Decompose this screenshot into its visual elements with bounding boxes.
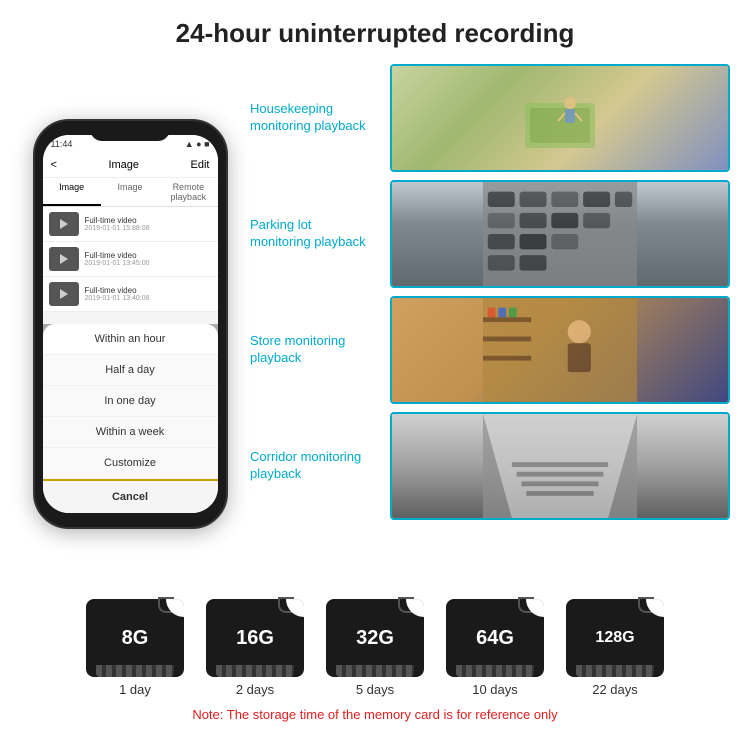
dropdown-within-hour[interactable]: Within an hour	[43, 324, 218, 355]
sd-card-item-32g: 32G 5 days	[326, 599, 424, 697]
item-label-3: Full-time video	[85, 286, 150, 295]
item-time-1: 2019-01-01 15:88:08	[85, 225, 150, 232]
video-thumb-2	[49, 247, 79, 271]
dropdown-customize[interactable]: Customize	[43, 448, 218, 479]
sd-connector	[576, 665, 654, 677]
item-time-2: 2019-01-01 13:45:00	[85, 260, 150, 267]
monitoring-image-housekeeping	[390, 64, 730, 172]
monitoring-corridor: Corridor monitoringplayback	[250, 412, 730, 520]
sd-size-64g: 64G	[476, 627, 514, 650]
sd-card-item-16g: 16G 2 days	[206, 599, 304, 697]
phone-list: Full-time video2019-01-01 15:88:08 Full-…	[43, 207, 218, 312]
monitoring-image-corridor	[390, 412, 730, 520]
phone-time: 11:44	[51, 139, 73, 149]
sd-notch	[286, 599, 304, 617]
monitoring-image-store	[390, 296, 730, 404]
monitoring-label-corridor: Corridor monitoringplayback	[250, 449, 380, 483]
phone-notch	[90, 121, 170, 141]
dropdown-week[interactable]: Within a week	[43, 417, 218, 448]
sd-size-128g: 128G	[595, 629, 634, 647]
phone-edit[interactable]: Edit	[191, 159, 210, 171]
video-thumb-1	[49, 212, 79, 236]
phone-section: 11:44 ▲ ● ■ < Image Edit Image Image Rem…	[20, 59, 240, 589]
sd-card-item-64g: 64G 10 days	[446, 599, 544, 697]
sd-days-16g: 2 days	[236, 682, 274, 697]
sd-notch	[526, 599, 544, 617]
list-item: Full-time video2019-01-01 15:88:08	[43, 207, 218, 242]
sd-days-8g: 1 day	[119, 682, 151, 697]
phone-screen: 11:44 ▲ ● ■ < Image Edit Image Image Rem…	[43, 135, 218, 513]
sd-connector	[216, 665, 294, 677]
tab-remote-playback[interactable]: Remote playback	[159, 178, 217, 206]
sd-size-32g: 32G	[356, 627, 394, 650]
phone-nav-bar: < Image Edit	[43, 153, 218, 178]
monitoring-image-parking	[390, 180, 730, 288]
phone-dropdown: Within an hour Half a day In one day Wit…	[43, 324, 218, 513]
monitoring-store: Store monitoringplayback	[250, 296, 730, 404]
sd-size-16g: 16G	[236, 627, 274, 650]
list-item: Full-time video2019-01-01 13:45:00	[43, 242, 218, 277]
phone-back[interactable]: <	[51, 159, 57, 171]
sd-card-32g: 32G	[326, 599, 424, 677]
sd-days-64g: 10 days	[472, 682, 518, 697]
sd-days-32g: 5 days	[356, 682, 394, 697]
item-label-1: Full-time video	[85, 216, 150, 225]
phone-icons: ▲ ● ■	[185, 139, 210, 149]
phone-nav-title: Image	[108, 159, 139, 171]
phone-tabs: Image Image Remote playback	[43, 178, 218, 207]
dropdown-menu: Within an hour Half a day In one day Wit…	[43, 324, 218, 513]
sd-notch	[646, 599, 664, 617]
item-time-3: 2019-01-01 13:40:08	[85, 295, 150, 302]
monitoring-label-parking: Parking lotmonitoring playback	[250, 217, 380, 251]
page-title: 24-hour uninterrupted recording	[20, 18, 730, 49]
tab-image-2[interactable]: Image	[101, 178, 159, 206]
sd-card-item-128g: 128G 22 days	[566, 599, 664, 697]
sd-card-8g: 8G	[86, 599, 184, 677]
sd-notch	[406, 599, 424, 617]
sd-card-128g: 128G	[566, 599, 664, 677]
sd-card-item-8g: 8G 1 day	[86, 599, 184, 697]
monitoring-housekeeping: Housekeepingmonitoring playback	[250, 64, 730, 172]
dropdown-cancel[interactable]: Cancel	[43, 479, 218, 513]
item-label-2: Full-time video	[85, 251, 150, 260]
sd-section: 8G 1 day 16G 2 days 32G 5 days	[0, 589, 750, 722]
phone-mockup: 11:44 ▲ ● ■ < Image Edit Image Image Rem…	[33, 119, 228, 529]
sd-card-16g: 16G	[206, 599, 304, 677]
dropdown-one-day[interactable]: In one day	[43, 386, 218, 417]
tab-image-1[interactable]: Image	[43, 178, 101, 206]
page-header: 24-hour uninterrupted recording	[0, 0, 750, 59]
sd-connector	[336, 665, 414, 677]
sd-connector	[96, 665, 174, 677]
dropdown-half-day[interactable]: Half a day	[43, 355, 218, 386]
monitoring-label-store: Store monitoringplayback	[250, 333, 380, 367]
sd-size-8g: 8G	[122, 627, 149, 650]
sd-connector	[456, 665, 534, 677]
storage-note: Note: The storage time of the memory car…	[192, 707, 557, 722]
monitoring-label-housekeeping: Housekeepingmonitoring playback	[250, 101, 380, 135]
main-content: 11:44 ▲ ● ■ < Image Edit Image Image Rem…	[0, 59, 750, 589]
sd-days-128g: 22 days	[592, 682, 638, 697]
monitoring-section: Housekeepingmonitoring playback	[250, 59, 730, 589]
sd-cards-row: 8G 1 day 16G 2 days 32G 5 days	[86, 599, 664, 697]
sd-notch	[166, 599, 184, 617]
sd-card-64g: 64G	[446, 599, 544, 677]
list-item: Full-time video2019-01-01 13:40:08	[43, 277, 218, 312]
monitoring-parking: Parking lotmonitoring playback	[250, 180, 730, 288]
video-thumb-3	[49, 282, 79, 306]
